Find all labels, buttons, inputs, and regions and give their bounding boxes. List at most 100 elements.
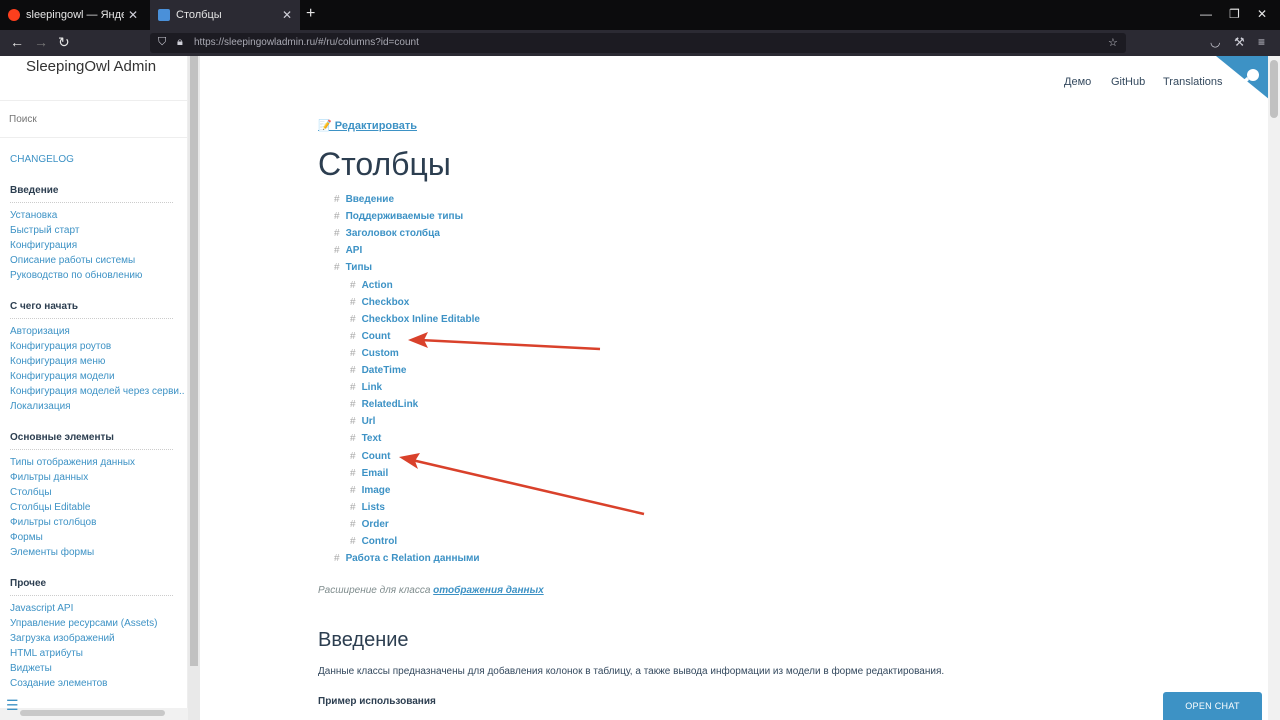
anchor-hash-icon: # bbox=[350, 501, 356, 513]
toc-label: Count bbox=[361, 450, 391, 462]
sidebar-item[interactable]: Столбцы bbox=[10, 487, 52, 498]
browser-tab-active[interactable]: Столбцы ✕ bbox=[150, 0, 300, 30]
sidebar-item[interactable]: Формы bbox=[10, 532, 43, 543]
sidebar-item[interactable]: Столбцы Editable bbox=[10, 502, 90, 513]
back-icon[interactable]: ← bbox=[10, 34, 24, 50]
toc-label: Введение bbox=[345, 194, 395, 205]
sidebar-search bbox=[0, 100, 188, 138]
close-window-icon[interactable]: ✕ bbox=[1257, 7, 1267, 21]
sidebar-scrollbar-thumb[interactable] bbox=[190, 56, 198, 666]
toc-item[interactable]: # Url bbox=[350, 416, 375, 427]
sidebar-item[interactable]: Элементы формы bbox=[10, 547, 94, 558]
sidebar-item[interactable]: Локализация bbox=[10, 401, 71, 412]
sidebar-item[interactable]: Фильтры столбцов bbox=[10, 517, 96, 528]
sidebar-item[interactable]: Авторизация bbox=[10, 326, 70, 337]
sidebar-item[interactable]: Типы отображения данных bbox=[10, 457, 135, 468]
toc-item[interactable]: # Заголовок столбца bbox=[334, 228, 440, 239]
toc-item[interactable]: # Count bbox=[350, 331, 390, 342]
anchor-hash-icon: # bbox=[334, 245, 340, 257]
sidebar-item[interactable]: Конфигурация моделей через серви.. bbox=[10, 386, 185, 397]
site-title[interactable]: SleepingOwl Admin bbox=[26, 58, 156, 75]
sidebar-item[interactable]: Виджеты bbox=[10, 663, 52, 674]
sidebar-horizontal-scroll-thumb[interactable] bbox=[20, 710, 165, 716]
toc-item[interactable]: # Checkbox Inline Editable bbox=[350, 314, 480, 325]
toc-label: Типы bbox=[345, 262, 373, 274]
sidebar-item[interactable]: Создание элементов bbox=[10, 678, 107, 689]
toc-item[interactable]: # Введение bbox=[334, 194, 394, 205]
close-tab-icon[interactable]: ✕ bbox=[128, 8, 138, 22]
toc-item[interactable]: # Email bbox=[350, 468, 388, 479]
lock-icon[interactable]: 🔒︎ bbox=[177, 36, 183, 49]
toc-item[interactable]: # Count bbox=[350, 451, 390, 462]
sidebar-item[interactable]: Конфигурация меню bbox=[10, 356, 105, 367]
toc-item[interactable]: # Lists bbox=[350, 502, 385, 513]
example-heading: Пример использования bbox=[318, 696, 436, 707]
arrowhead-icon bbox=[408, 332, 428, 348]
sidebar-item[interactable]: Конфигурация bbox=[10, 240, 77, 251]
sidebar-item[interactable]: HTML атрибуты bbox=[10, 648, 83, 659]
sidebar-item[interactable]: Установка bbox=[10, 210, 57, 221]
tab-title: Столбцы bbox=[176, 9, 222, 21]
sidebar-item[interactable]: Управление ресурсами (Assets) bbox=[10, 618, 157, 629]
annotation-arrow bbox=[411, 458, 645, 516]
sidebar-toggle-icon[interactable]: ☰ bbox=[6, 697, 19, 714]
anchor-hash-icon: # bbox=[350, 536, 356, 547]
edit-link[interactable]: 📝 Редактировать bbox=[318, 119, 417, 132]
nav-translations-link[interactable]: Translations bbox=[1163, 76, 1223, 88]
new-tab-icon[interactable]: + bbox=[306, 5, 315, 23]
sidebar-item[interactable]: Быстрый старт bbox=[10, 225, 79, 236]
minimize-icon[interactable]: — bbox=[1200, 7, 1212, 21]
sidebar-item[interactable]: Описание работы системы bbox=[10, 255, 135, 266]
nav-github-link[interactable]: GitHub bbox=[1111, 76, 1145, 88]
close-tab-icon[interactable]: ✕ bbox=[282, 8, 292, 22]
nav-demo-link[interactable]: Демо bbox=[1064, 76, 1091, 88]
pocket-icon[interactable]: ◡ bbox=[1210, 35, 1220, 49]
toc-item[interactable]: # API bbox=[334, 245, 362, 256]
toc-item[interactable]: # Поддерживаемые типы bbox=[334, 211, 463, 222]
page-scrollbar[interactable] bbox=[1268, 56, 1280, 720]
anchor-hash-icon: # bbox=[350, 365, 356, 376]
forward-icon[interactable]: → bbox=[34, 34, 48, 50]
sidebar-item[interactable]: Руководство по обновлению bbox=[10, 270, 142, 281]
url-text[interactable]: https://sleepingowladmin.ru/#/ru/columns… bbox=[194, 37, 419, 48]
sidebar-item[interactable]: Фильтры данных bbox=[10, 472, 88, 483]
toc-item[interactable]: # Custom bbox=[350, 348, 399, 359]
note-link[interactable]: отображения данных bbox=[433, 585, 544, 596]
toc-label: Image bbox=[361, 484, 391, 496]
toc-item[interactable]: # RelatedLink bbox=[350, 399, 418, 410]
toc-item[interactable]: # Checkbox bbox=[350, 297, 409, 308]
reload-icon[interactable]: ↻ bbox=[58, 34, 70, 51]
sidebar-item[interactable]: Конфигурация модели bbox=[10, 371, 115, 382]
toc-item[interactable]: # Control bbox=[350, 536, 397, 547]
toc-item[interactable]: # Link bbox=[350, 382, 382, 393]
toc-item[interactable]: # Text bbox=[350, 433, 381, 444]
search-input[interactable] bbox=[0, 101, 188, 137]
toc-label: Checkbox Inline Editable bbox=[361, 313, 480, 325]
sidebar-item[interactable]: Javascript API bbox=[10, 603, 73, 614]
toc-item[interactable]: # Order bbox=[350, 519, 389, 530]
toc-item[interactable]: # Action bbox=[350, 280, 393, 291]
toc-item[interactable]: # Типы bbox=[334, 262, 372, 273]
anchor-hash-icon: # bbox=[350, 279, 356, 291]
toc-label: DateTime bbox=[361, 365, 407, 376]
page-scrollbar-thumb[interactable] bbox=[1270, 60, 1278, 118]
extensions-wrench-icon[interactable]: ⚒ bbox=[1234, 35, 1245, 49]
address-bar[interactable]: ⛉ 🔒︎ https://sleepingowladmin.ru/#/ru/co… bbox=[150, 33, 1126, 53]
restore-icon[interactable]: ❐ bbox=[1229, 7, 1240, 21]
sidebar-section-heading: Прочее bbox=[10, 578, 47, 589]
open-chat-button[interactable]: OPEN CHAT bbox=[1163, 692, 1262, 720]
shield-icon[interactable]: ⛉ bbox=[158, 36, 166, 49]
menu-hamburger-icon[interactable]: ≡ bbox=[1258, 35, 1265, 49]
toc-label: Url bbox=[361, 416, 376, 428]
toc-item[interactable]: # Работа с Relation данными bbox=[334, 553, 480, 564]
browser-tab-yandex[interactable]: sleepingowl — Яндекс: нашлось ✕ bbox=[0, 0, 146, 30]
sidebar-item[interactable]: Конфигурация роутов bbox=[10, 341, 111, 352]
toc-label: Checkbox bbox=[361, 296, 410, 308]
toc-item[interactable]: # DateTime bbox=[350, 365, 406, 376]
bookmark-star-icon[interactable]: ☆ bbox=[1108, 36, 1118, 49]
toc-item[interactable]: # Image bbox=[350, 485, 390, 496]
sidebar-section-heading: Основные элементы bbox=[10, 432, 114, 443]
toc-label: Text bbox=[361, 433, 382, 445]
sidebar-item-changelog[interactable]: CHANGELOG bbox=[10, 154, 74, 165]
sidebar-item[interactable]: Загрузка изображений bbox=[10, 633, 115, 644]
